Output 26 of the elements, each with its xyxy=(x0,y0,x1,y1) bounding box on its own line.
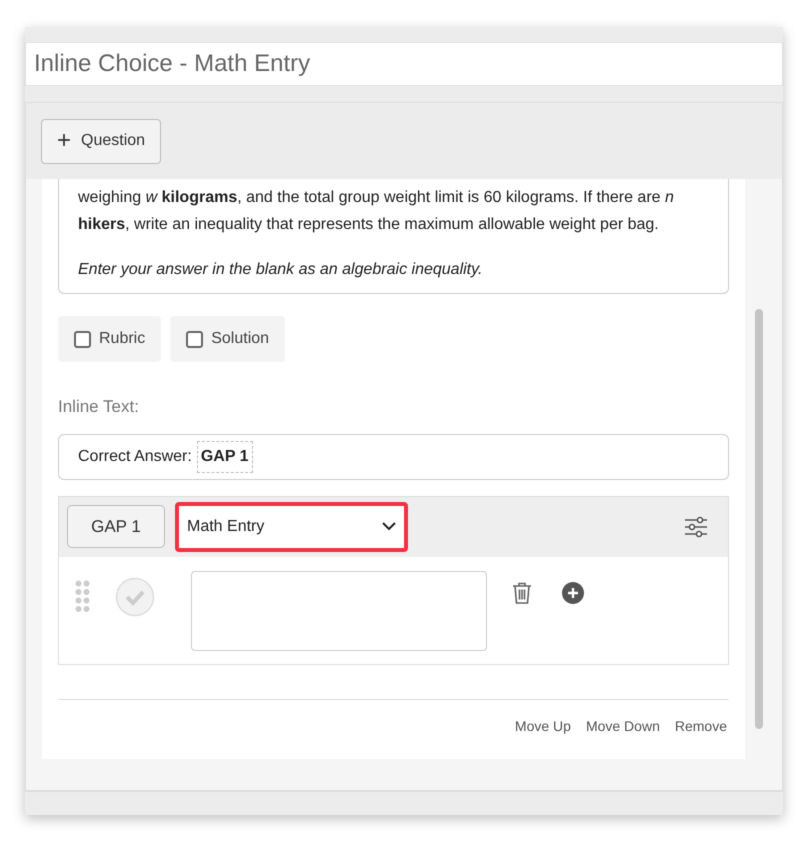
action-link[interactable]: Move Up xyxy=(514,716,571,736)
add-circle-icon[interactable] xyxy=(562,582,584,604)
add-question-button[interactable]: + Question xyxy=(41,118,162,164)
scrollbar[interactable] xyxy=(755,309,763,729)
checkbox[interactable] xyxy=(186,330,204,348)
action-link[interactable]: Remove xyxy=(674,716,727,736)
trash-icon[interactable] xyxy=(512,582,532,604)
plus-icon: + xyxy=(57,129,72,153)
checkbox[interactable] xyxy=(74,330,91,348)
window-title: Inline Choice - Math Entry xyxy=(25,42,783,86)
drag-handle-icon[interactable] xyxy=(75,580,90,612)
gap-button[interactable]: GAP 1 xyxy=(67,505,165,548)
chevron-down-icon xyxy=(382,522,396,531)
answer-label: Correct Answer: xyxy=(78,446,192,466)
inline-text-label: Inline Text: xyxy=(58,396,140,418)
rubric-toggle[interactable]: Rubric xyxy=(58,316,162,362)
gap-token[interactable]: GAP 1 xyxy=(196,440,253,472)
answer-input[interactable] xyxy=(191,570,487,650)
instruction-text: Enter your answer in the blank as an algebraic inequality. xyxy=(78,260,484,280)
solution-toggle[interactable]: Solution xyxy=(170,316,286,362)
answer-type-select[interactable]: Math Entry xyxy=(175,502,408,552)
inline-text-field[interactable]: Correct Answer: GAP 1 xyxy=(58,434,729,480)
check-circle-icon[interactable] xyxy=(115,576,155,616)
action-link[interactable]: Move Down xyxy=(586,716,660,736)
settings-icon[interactable] xyxy=(684,516,708,538)
question-text: weighing w kilograms, and the total group weight limit is 60 kilograms. If there are n hikers, write an inequality that represents the maximum allowable weight per bag. xyxy=(78,188,675,235)
